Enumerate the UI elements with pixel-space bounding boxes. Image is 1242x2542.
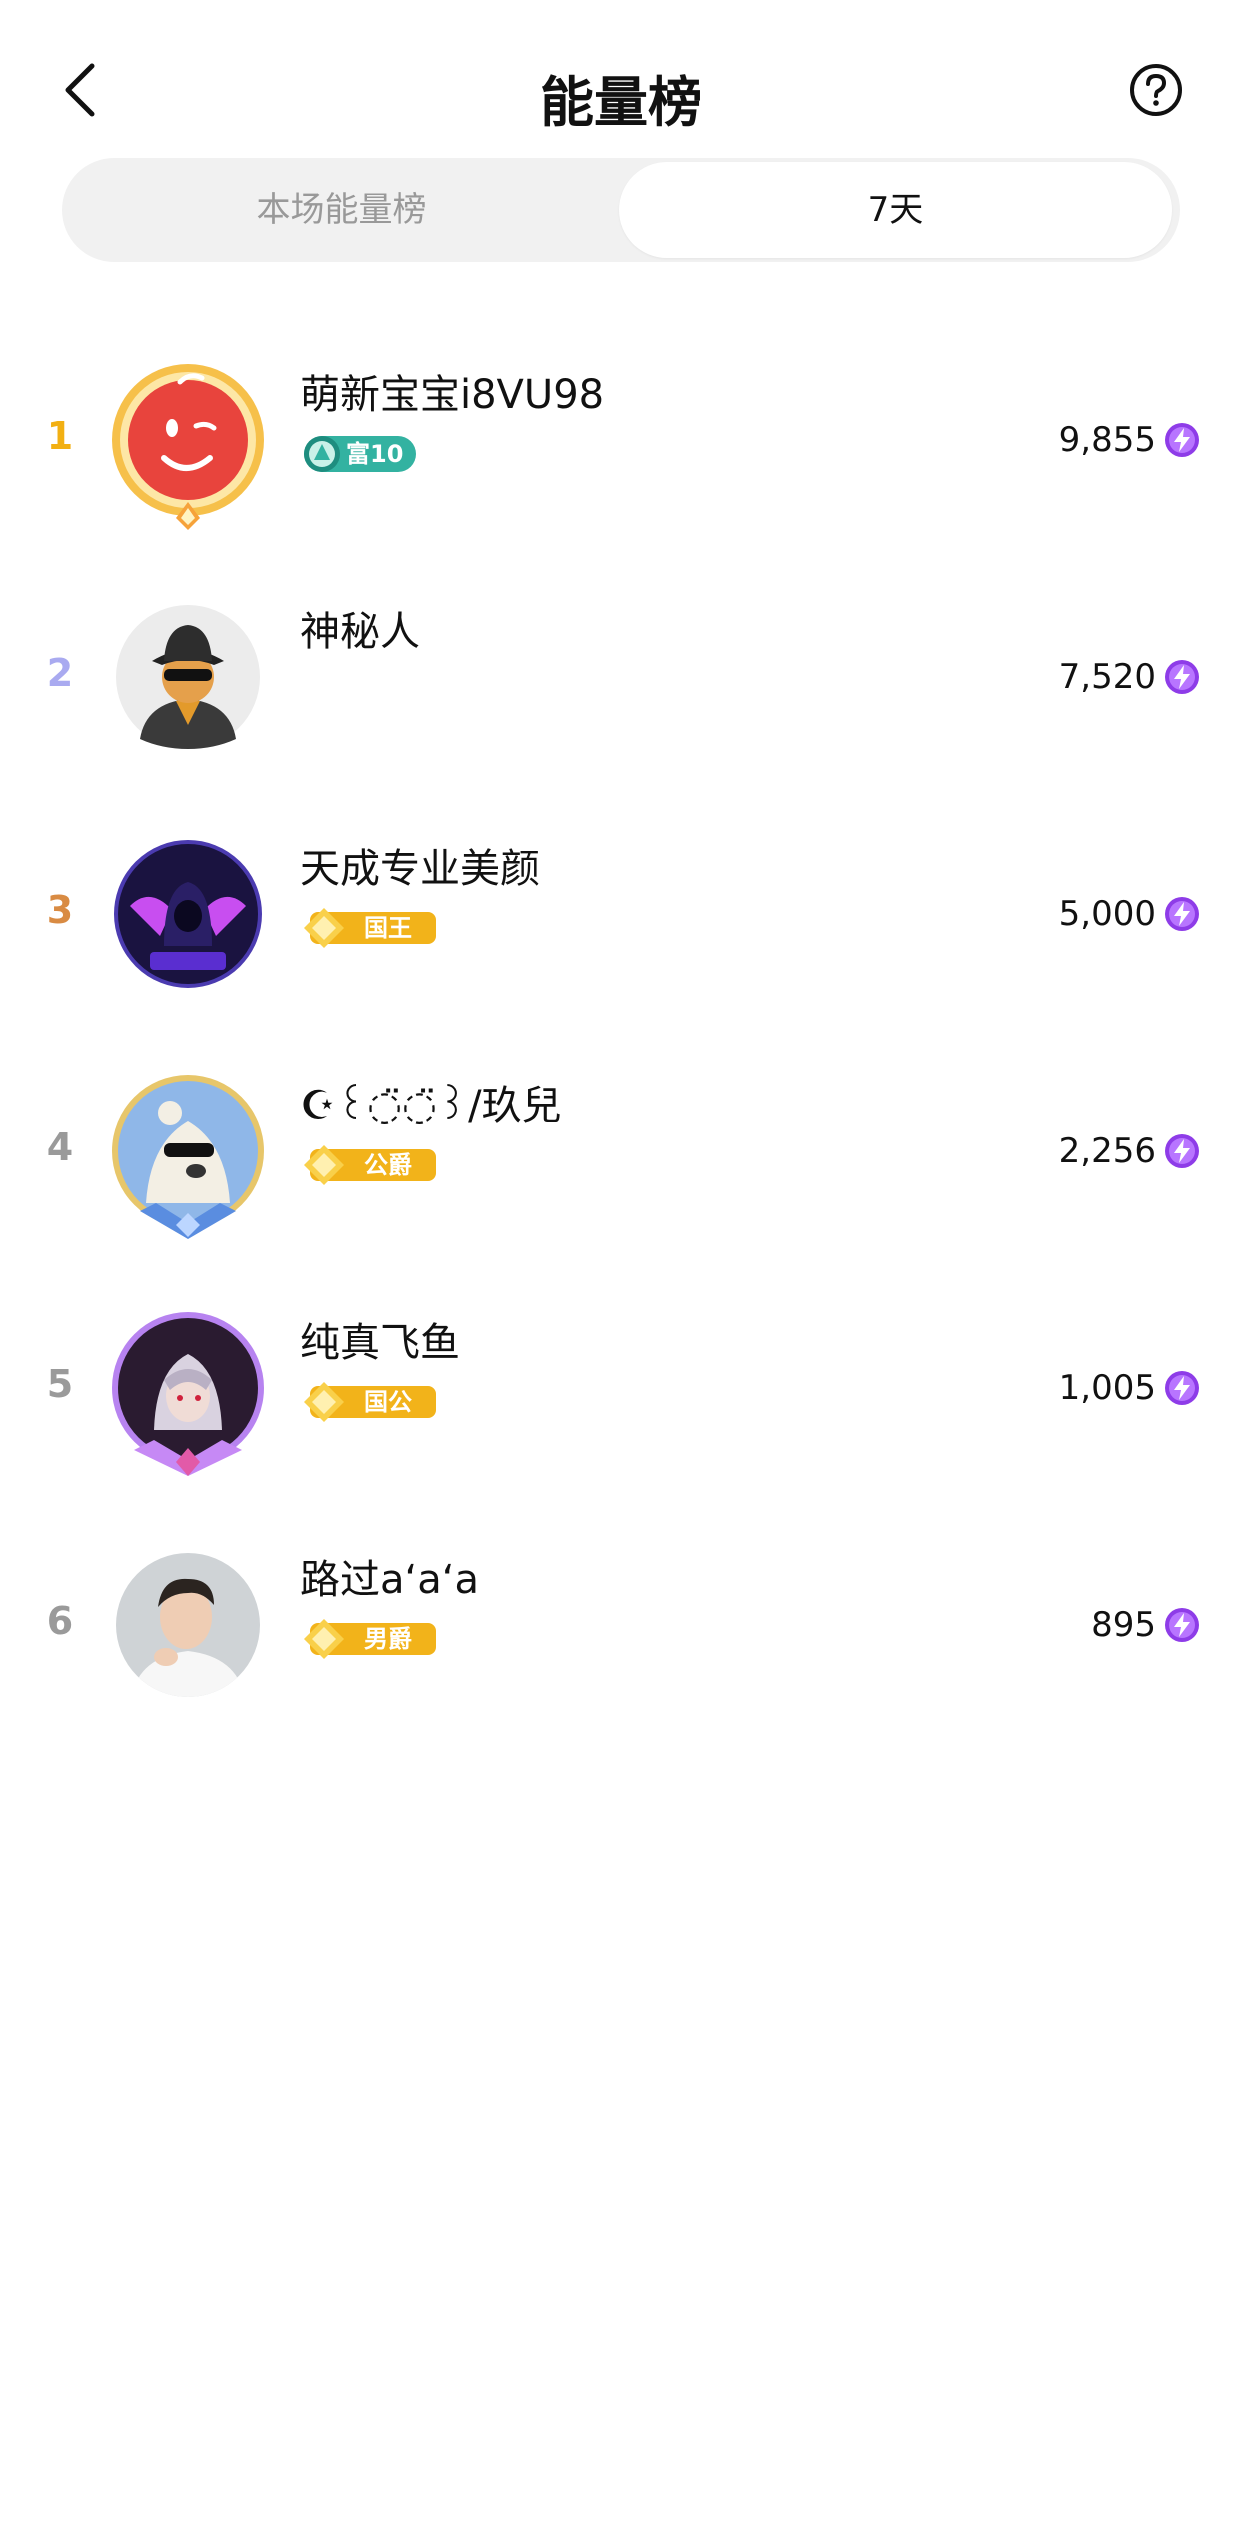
user-name: 纯真飞鱼 <box>300 1320 460 1366</box>
header: 能量榜 <box>0 0 1242 180</box>
leaderboard-row[interactable]: 1 萌新宝宝i8VU98 富10 9,855 <box>0 320 1242 560</box>
energy-bolt-icon <box>1165 1371 1199 1405</box>
leaderboard-row[interactable]: 3 天成专业美颜 国王 5,000 <box>0 794 1242 1034</box>
energy-bolt-icon <box>1165 1134 1199 1168</box>
avatar[interactable] <box>110 599 266 755</box>
question-mark-icon <box>1130 64 1182 116</box>
level-badge: 国王 <box>300 908 440 948</box>
avatar[interactable] <box>110 836 266 992</box>
tab-bar: 本场能量榜 7天 <box>62 158 1180 262</box>
level-badge: 富10 <box>300 434 418 474</box>
energy-bolt-icon <box>1165 1608 1199 1642</box>
neon-hood-avatar-icon <box>114 840 262 988</box>
avatar[interactable] <box>110 1073 266 1239</box>
user-name: 萌新宝宝i8VU98 <box>300 372 605 418</box>
user-name: 天成专业美颜 <box>300 846 540 892</box>
avatar[interactable] <box>110 1310 266 1476</box>
rank-number: 3 <box>46 888 74 932</box>
energy-score: 895 <box>1091 1605 1156 1645</box>
avatar[interactable] <box>110 362 266 530</box>
rank-number: 1 <box>46 414 74 458</box>
badge-label: 国王 <box>364 914 412 942</box>
user-name: ☪꒰◌̈◌̈꒱/玖兒 <box>300 1083 562 1129</box>
anime-character-avatar-icon <box>112 1312 264 1476</box>
energy-score: 9,855 <box>1058 420 1156 460</box>
level-badge: 公爵 <box>300 1145 440 1185</box>
energy-bolt-icon <box>1165 660 1199 694</box>
red-smile-avatar-icon <box>112 364 264 530</box>
level-badge: 男爵 <box>300 1619 440 1659</box>
badge-label: 国公 <box>364 1388 412 1416</box>
energy-score: 7,520 <box>1058 657 1156 697</box>
user-name: 神秘人 <box>300 609 420 655</box>
rank-number: 5 <box>46 1362 74 1406</box>
avatar[interactable] <box>110 1547 266 1703</box>
energy-score: 1,005 <box>1058 1368 1156 1408</box>
badge-label: 男爵 <box>364 1625 412 1653</box>
tab-7-days[interactable]: 7天 <box>619 162 1172 258</box>
rank-number: 2 <box>46 651 74 695</box>
tab-current-session[interactable]: 本场能量榜 <box>62 158 621 262</box>
rank-number: 4 <box>46 1125 74 1169</box>
page-title: 能量榜 <box>540 71 702 134</box>
mystery-person-avatar-icon <box>116 605 260 749</box>
energy-bolt-icon <box>1165 423 1199 457</box>
help-button[interactable] <box>1128 62 1184 118</box>
energy-score: 5,000 <box>1058 894 1156 934</box>
badge-label: 公爵 <box>364 1151 412 1179</box>
user-name: 路过aʻaʻa <box>300 1557 479 1603</box>
energy-score: 2,256 <box>1058 1131 1156 1171</box>
rank-number: 6 <box>46 1599 74 1643</box>
leaderboard-row[interactable]: 4 ☪꒰◌̈◌̈꒱/玖兒 公爵 2,256 <box>0 1031 1242 1271</box>
leaderboard-row[interactable]: 2 神秘人 7,520 <box>0 557 1242 797</box>
leaderboard-row[interactable]: 5 纯真飞鱼 国公 1,005 <box>0 1268 1242 1508</box>
man-photo-avatar-icon <box>116 1553 260 1697</box>
energy-bolt-icon <box>1165 897 1199 931</box>
bear-sunglasses-avatar-icon <box>112 1075 264 1239</box>
badge-label: 富10 <box>346 440 404 468</box>
level-badge: 国公 <box>300 1382 440 1422</box>
leaderboard-row[interactable]: 6 路过aʻaʻa 男爵 895 <box>0 1505 1242 1745</box>
